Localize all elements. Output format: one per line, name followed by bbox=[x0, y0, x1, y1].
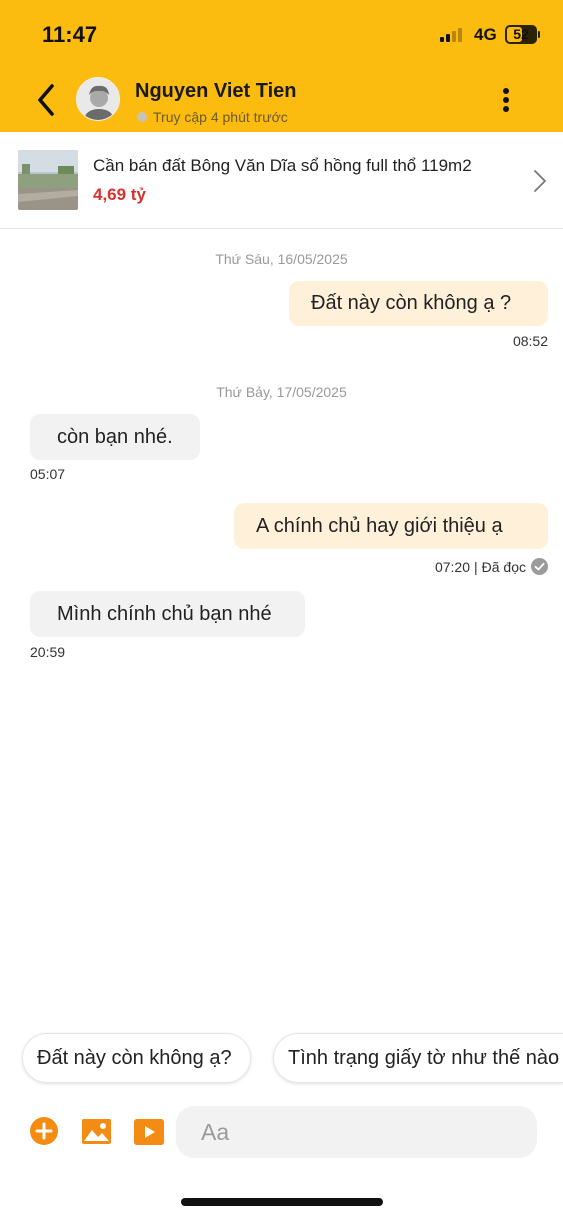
message-bubble-incoming[interactable]: còn bạn nhé. bbox=[30, 414, 200, 460]
battery-icon: 52 bbox=[505, 25, 540, 44]
check-icon bbox=[531, 558, 548, 575]
quick-reply-chip[interactable]: Tình trạng giấy tờ như thế nào bbox=[273, 1033, 563, 1083]
quick-reply-label: Đất này còn không ạ? bbox=[37, 1046, 232, 1069]
message-text: còn bạn nhé. bbox=[57, 425, 173, 448]
message-bubble-outgoing[interactable]: A chính chủ hay giới thiệu ạ bbox=[234, 503, 548, 549]
message-text: A chính chủ hay giới thiệu ạ bbox=[256, 514, 503, 537]
message-time: 20:59 bbox=[30, 644, 66, 660]
message-meta: 07:20 | Đã đọc bbox=[435, 558, 548, 575]
listing-thumbnail bbox=[18, 150, 78, 210]
signal-icon bbox=[440, 28, 468, 42]
presence-status: Truy cập 4 phút trước bbox=[137, 109, 288, 125]
more-vertical-icon bbox=[503, 88, 509, 94]
message-bubble-incoming[interactable]: Mình chính chủ bạn nhé bbox=[30, 591, 305, 637]
listing-title: Cần bán đất Bông Văn Dĩa sổ hồng full th… bbox=[93, 156, 472, 175]
read-status: Đã đọc bbox=[481, 558, 526, 575]
status-time: 11:47 bbox=[42, 22, 98, 47]
chat-header: 11:47 4G 52 Nguyen Viet Tien Truy cập 4 … bbox=[0, 0, 563, 132]
home-indicator bbox=[181, 1198, 383, 1206]
date-separator: Thứ Sáu, 16/05/2025 bbox=[215, 251, 348, 267]
message-time: 07:20 bbox=[434, 558, 470, 575]
quick-reply-chip[interactable]: Đất này còn không ạ? bbox=[22, 1033, 251, 1083]
network-label: 4G bbox=[474, 25, 497, 44]
listing-price: 4,69 tỷ bbox=[93, 185, 146, 204]
date-separator: Thứ Bảy, 17/05/2025 bbox=[216, 384, 347, 400]
back-button[interactable] bbox=[30, 80, 64, 120]
message-bubble-outgoing[interactable]: Đất này còn không ạ ? bbox=[289, 281, 548, 326]
avatar[interactable] bbox=[76, 77, 120, 121]
message-input[interactable]: Aa bbox=[176, 1106, 537, 1158]
image-icon bbox=[82, 1119, 111, 1144]
chevron-left-icon bbox=[38, 84, 54, 116]
contact-name[interactable]: Nguyen Viet Tien bbox=[135, 80, 297, 103]
video-button[interactable] bbox=[133, 1116, 165, 1148]
message-time: 05:07 bbox=[30, 466, 66, 482]
message-input-placeholder: Aa bbox=[201, 1119, 230, 1145]
message-text: Đất này còn không ạ ? bbox=[311, 292, 512, 314]
presence-dot bbox=[137, 112, 147, 122]
add-button[interactable] bbox=[29, 1116, 61, 1148]
presence-text: Truy cập 4 phút trước bbox=[153, 109, 288, 125]
user-avatar-icon bbox=[77, 78, 119, 120]
add-icon bbox=[30, 1117, 58, 1145]
message-time: 08:52 bbox=[512, 333, 548, 349]
video-icon bbox=[134, 1119, 164, 1145]
more-options-button[interactable] bbox=[492, 86, 520, 114]
battery-level: 52 bbox=[513, 26, 529, 42]
chevron-right-icon bbox=[534, 170, 546, 192]
listing-card[interactable]: Cần bán đất Bông Văn Dĩa sổ hồng full th… bbox=[0, 132, 563, 229]
message-text: Mình chính chủ bạn nhé bbox=[57, 602, 272, 625]
image-button[interactable] bbox=[81, 1116, 113, 1148]
quick-reply-label: Tình trạng giấy tờ như thế nào bbox=[288, 1046, 560, 1069]
